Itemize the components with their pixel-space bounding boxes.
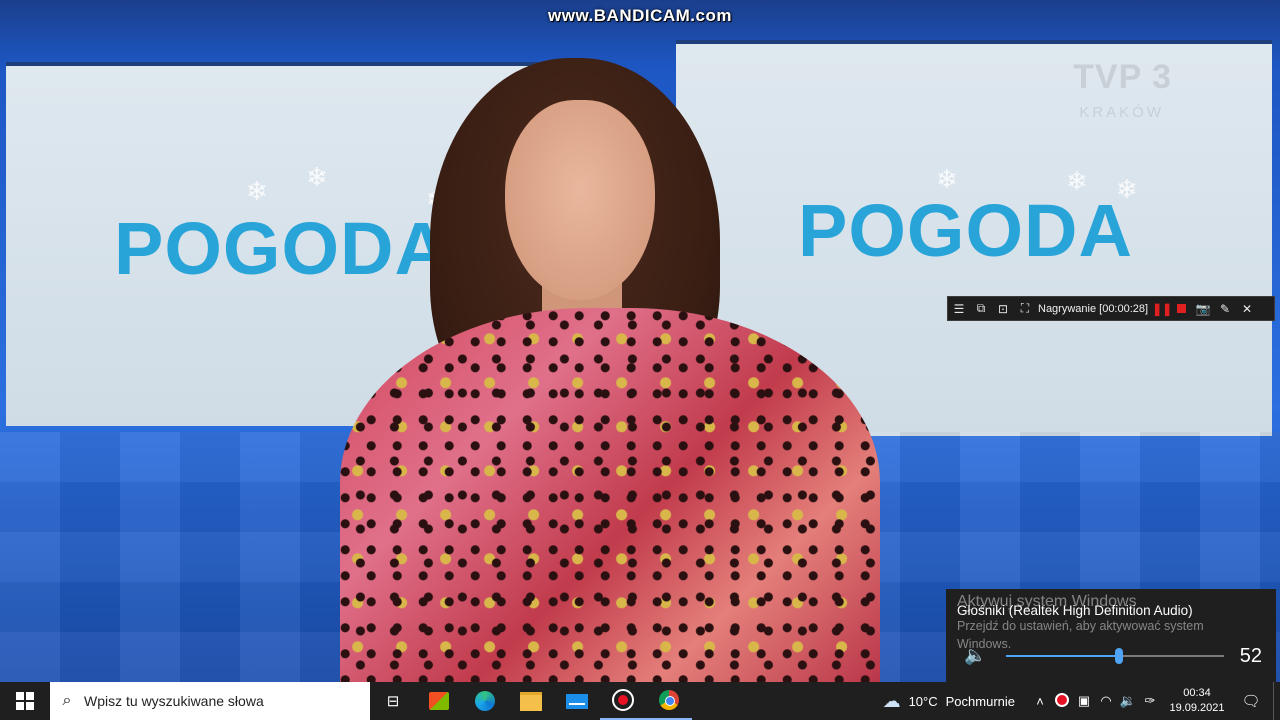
clock-date: 19.09.2021 bbox=[1169, 702, 1225, 714]
pencil-icon[interactable]: ✎ bbox=[1214, 302, 1236, 316]
volume-slider[interactable] bbox=[1006, 648, 1224, 664]
chrome-button[interactable] bbox=[646, 682, 692, 720]
clock[interactable]: 00:34 19.09.2021 bbox=[1165, 686, 1229, 716]
recorder-app-button[interactable] bbox=[600, 682, 646, 720]
task-view-icon: ⊟ bbox=[386, 693, 400, 710]
channel-logo-sub: KRAKÓW bbox=[1079, 104, 1164, 121]
wifi-icon[interactable]: ◠ bbox=[1095, 693, 1117, 709]
file-explorer-button[interactable] bbox=[508, 682, 554, 720]
file-explorer-icon bbox=[520, 691, 542, 711]
recording-tray-icon[interactable] bbox=[1051, 692, 1073, 710]
cloud-icon: ☁ bbox=[882, 690, 901, 711]
channel-logo: TVP 3 bbox=[1073, 58, 1172, 96]
mail-icon bbox=[566, 693, 588, 709]
taskbar: ⌕ Wpisz tu wyszukiwane słowa ⊟ ☁ 10°C Po… bbox=[0, 682, 1280, 720]
store-button[interactable] bbox=[416, 682, 462, 720]
recording-status: Nagrywanie [00:00:28] bbox=[1038, 302, 1149, 315]
weather-widget[interactable]: ☁ 10°C Pochmurnie bbox=[883, 691, 1015, 712]
store-icon bbox=[429, 692, 449, 710]
weather-temp: 10°C bbox=[908, 693, 938, 709]
pen-icon[interactable]: ✑ bbox=[1139, 693, 1161, 709]
system-tray: ☁ 10°C Pochmurnie ˄ ▣ ◠ 🔉 ✑ 00:34 19.09.… bbox=[883, 682, 1280, 720]
close-icon[interactable]: ✕ bbox=[1236, 302, 1258, 316]
recorder-app-icon bbox=[612, 689, 634, 711]
speaker-tray-icon[interactable]: 🔉 bbox=[1117, 693, 1139, 709]
edge-button[interactable] bbox=[462, 682, 508, 720]
snowflake-icon: ❄ bbox=[246, 176, 268, 206]
chevron-up-icon[interactable]: ˄ bbox=[1029, 694, 1051, 709]
video-frame: ❄ ❄ ❄ POGODA ❄ ❄ ❄ TVP 3 KRAKÓW POGODA w… bbox=[0, 0, 1280, 682]
clock-time: 00:34 bbox=[1183, 687, 1211, 699]
window-icon[interactable]: ⧉ bbox=[970, 301, 992, 316]
task-view-button[interactable]: ⊟ bbox=[370, 682, 416, 720]
pause-icon[interactable]: ❚❚ bbox=[1152, 302, 1172, 316]
start-button[interactable] bbox=[0, 682, 50, 720]
search-icon: ⌕ bbox=[62, 692, 72, 709]
stop-icon[interactable] bbox=[1170, 304, 1192, 313]
chrome-icon bbox=[659, 690, 679, 710]
presenter-face bbox=[505, 100, 655, 300]
camera-icon[interactable]: 📷 bbox=[1192, 302, 1214, 316]
region-icon[interactable]: ⊡ bbox=[992, 302, 1014, 316]
presenter bbox=[310, 48, 910, 682]
presenter-blouse bbox=[340, 308, 880, 682]
show-desktop-button[interactable] bbox=[1273, 682, 1280, 720]
volume-slider-fill bbox=[1006, 655, 1119, 657]
audio-device-name[interactable]: Głośniki (Realtek High Definition Audio) bbox=[957, 603, 1193, 618]
windows-logo-icon bbox=[16, 692, 34, 710]
volume-slider-thumb[interactable] bbox=[1115, 648, 1123, 664]
bandicam-watermark: www.BANDICAM.com bbox=[548, 6, 732, 25]
search-placeholder: Wpisz tu wyszukiwane słowa bbox=[84, 693, 264, 709]
search-box[interactable]: ⌕ Wpisz tu wyszukiwane słowa bbox=[50, 682, 370, 720]
speaker-icon[interactable]: 🔈 bbox=[964, 645, 986, 666]
activation-watermark-text: Przejdź do ustawień, aby aktywować syste… bbox=[957, 619, 1204, 651]
volume-flyout: Aktywuj system Windows Głośniki (Realtek… bbox=[946, 589, 1276, 682]
network-icon[interactable]: ▣ bbox=[1073, 693, 1095, 709]
edge-icon bbox=[475, 691, 495, 711]
crop-icon[interactable]: ⛶ bbox=[1014, 301, 1036, 316]
volume-value: 52 bbox=[1239, 645, 1262, 667]
notification-icon[interactable]: 🗨 bbox=[1229, 692, 1273, 710]
recording-toolbar: ☰ ⧉ ⊡ ⛶ Nagrywanie [00:00:28] ❚❚ 📷 ✎ ✕ bbox=[947, 296, 1275, 321]
menu-icon[interactable]: ☰ bbox=[948, 302, 970, 316]
weather-text: Pochmurnie bbox=[945, 693, 1015, 709]
mail-button[interactable] bbox=[554, 682, 600, 720]
